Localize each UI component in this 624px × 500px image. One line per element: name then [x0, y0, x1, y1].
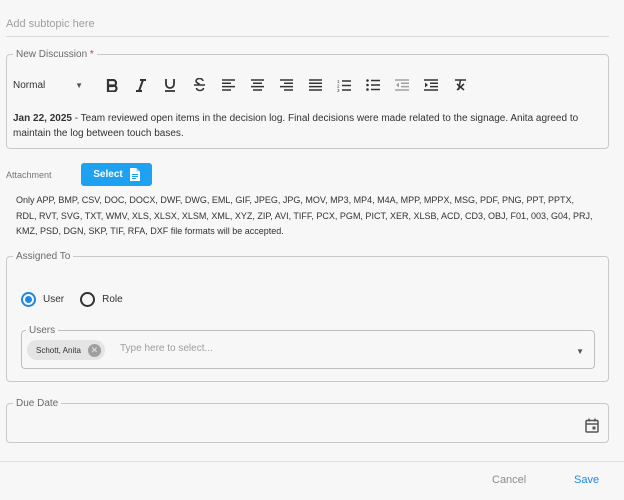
align-justify-button[interactable]	[307, 77, 323, 93]
discussion-text[interactable]: Jan 22, 2025 - Team reviewed open items …	[13, 111, 598, 141]
chevron-down-icon: ▼	[75, 80, 83, 90]
align-left-icon	[221, 79, 235, 91]
radio-user[interactable]: User	[21, 292, 64, 307]
editor-toolbar: Normal ▼ 123	[13, 76, 468, 94]
chevron-down-icon[interactable]: ▼	[576, 347, 584, 356]
radio-role[interactable]: Role	[80, 292, 123, 307]
ordered-list-icon: 123	[337, 79, 351, 92]
radio-role-button[interactable]	[80, 292, 96, 307]
align-right-icon	[279, 79, 293, 91]
radio-user-label: User	[43, 294, 65, 305]
users-search-input[interactable]	[120, 343, 500, 354]
remove-chip-icon[interactable]: ✕	[87, 343, 101, 357]
svg-text:3: 3	[337, 88, 340, 92]
align-right-button[interactable]	[278, 77, 294, 93]
users-legend: Users	[29, 325, 56, 336]
strikethrough-icon	[193, 78, 205, 92]
users-select[interactable]: Users Schott, Anita ✕ ▼	[21, 325, 595, 369]
subtopic-field[interactable]	[6, 14, 609, 37]
italic-button[interactable]	[133, 77, 149, 93]
due-date-legend: Due Date	[16, 398, 59, 409]
assign-type-radios: User Role	[21, 292, 123, 307]
outdent-button[interactable]	[394, 77, 410, 93]
align-center-button[interactable]	[249, 77, 265, 93]
paragraph-style-select[interactable]: Normal ▼	[13, 80, 87, 91]
align-left-button[interactable]	[220, 77, 236, 93]
file-icon	[129, 168, 140, 181]
subtopic-input[interactable]	[6, 18, 609, 30]
due-date-field[interactable]: Due Date	[6, 398, 609, 443]
assigned-to-group: Assigned To User Role Users Schott, Anit…	[6, 251, 609, 382]
outdent-icon	[395, 79, 409, 91]
footer-divider	[0, 461, 624, 462]
cancel-button[interactable]: Cancel	[492, 474, 526, 486]
entry-date: Jan 22, 2025	[13, 113, 72, 124]
attachment-label: Attachment	[6, 170, 52, 180]
user-chip-label: Schott, Anita	[36, 345, 81, 355]
paragraph-style-value: Normal	[13, 79, 46, 91]
calendar-icon[interactable]	[585, 418, 599, 438]
indent-button[interactable]	[423, 77, 439, 93]
select-attachment-button[interactable]: Select	[81, 163, 152, 186]
align-center-icon	[250, 79, 264, 91]
ordered-list-button[interactable]: 123	[336, 77, 352, 93]
radio-user-button[interactable]	[21, 292, 36, 307]
user-chip: Schott, Anita ✕	[27, 340, 105, 360]
strikethrough-button[interactable]	[191, 77, 207, 93]
new-discussion-editor: New Discussion * Normal ▼ 1 2 3 Jan 22, …	[6, 49, 609, 149]
indent-icon	[424, 79, 438, 91]
clear-format-icon	[454, 79, 466, 91]
required-mark: *	[89, 49, 94, 60]
bullet-list-icon	[366, 79, 380, 91]
new-discussion-legend: New Discussion *	[16, 49, 94, 60]
select-button-label: Select	[93, 169, 123, 180]
bold-button[interactable]	[104, 77, 120, 93]
underline-icon	[165, 79, 175, 92]
italic-icon	[136, 78, 146, 92]
accepted-formats-text: Only APP, BMP, CSV, DOC, DOCX, DWF, DWG,…	[16, 195, 593, 236]
save-button[interactable]: Save	[574, 474, 599, 486]
assigned-to-legend: Assigned To	[16, 251, 71, 262]
bold-icon	[106, 78, 118, 92]
align-justify-icon	[308, 79, 322, 91]
radio-role-label: Role	[102, 294, 123, 305]
underline-button[interactable]	[162, 77, 178, 93]
clear-format-button[interactable]	[452, 77, 468, 93]
bullet-list-button[interactable]	[365, 77, 381, 93]
entry-text: - Team reviewed open items in the decisi…	[13, 113, 579, 139]
